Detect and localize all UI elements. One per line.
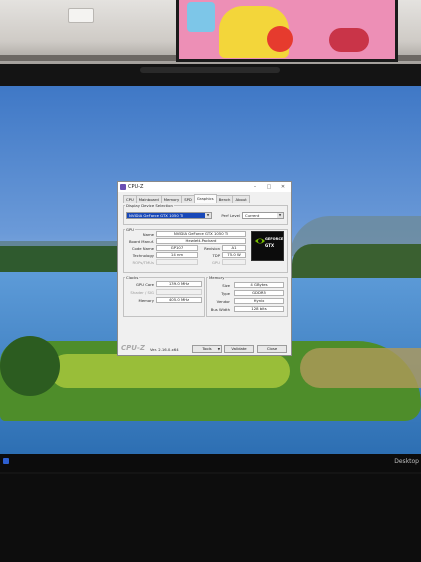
desktop-label: Desktop [394, 458, 419, 465]
tab-bar: CPU Mainboard Memory SPD Graphics Bench … [123, 194, 250, 203]
tools-label: Tools [202, 346, 212, 351]
shaders-label: GPU [211, 260, 220, 265]
validate-button[interactable]: Validate [224, 345, 254, 353]
logo-geforce-text: GEFORCE [265, 237, 284, 241]
rops-tmus-value [156, 259, 198, 265]
tools-button[interactable]: Tools ▼ [192, 345, 222, 353]
revision-value: A1 [222, 245, 246, 251]
chevron-down-icon: ▼ [277, 213, 283, 218]
clocks-section-label: Clocks [125, 275, 140, 280]
taskbar: Desktop [0, 454, 421, 472]
board-manuf-label: Board Manuf. [128, 239, 154, 244]
perf-level-value: Current [245, 213, 260, 218]
wallpaper-trees [0, 246, 120, 272]
toy-shape [187, 2, 215, 32]
tab-mainboard[interactable]: Mainboard [135, 195, 162, 203]
cpuz-brand-logo: CPU-Z [121, 344, 145, 352]
bus-width-label: Bus Width [210, 307, 230, 312]
board-manuf-value: Hewlett-Packard [156, 238, 246, 244]
toy-shape [267, 26, 293, 52]
start-icon[interactable] [3, 458, 9, 464]
clock-memory-label: Memory [138, 298, 154, 303]
tdp-label: TDP [212, 253, 220, 258]
toy-shape [329, 28, 369, 52]
background-tv [176, 0, 398, 62]
memory-type-label: Type [221, 291, 230, 296]
wallpaper-island [300, 348, 421, 388]
perf-level-select[interactable]: Current ▼ [242, 212, 284, 219]
perf-level-label: Perf Level [221, 213, 240, 218]
shader-value [156, 289, 202, 295]
wallpaper-island [50, 354, 290, 388]
logo-gtx-text: GTX [265, 243, 275, 248]
window-title: CPU-Z [128, 184, 144, 190]
tab-spd[interactable]: SPD [181, 195, 195, 203]
version-text: Ver. 2.16.0.x64 [150, 347, 179, 352]
tab-graphics[interactable]: Graphics [193, 194, 217, 203]
memory-vendor-value: Hynix [234, 298, 284, 304]
technology-value: 14 nm [156, 252, 198, 258]
title-bar[interactable]: CPU-Z – □ ✕ [118, 182, 291, 192]
maximize-icon[interactable]: □ [262, 182, 276, 192]
bus-width-value: 128 bits [234, 306, 284, 312]
device-select-value: NVIDIA GeForce GTX 1050 Ti [129, 213, 184, 218]
monitor-brand-strip [140, 67, 280, 73]
revision-label: Revision [204, 246, 220, 251]
close-icon[interactable]: ✕ [276, 182, 290, 192]
gpu-name-value: NVIDIA GeForce GTX 1050 Ti [156, 231, 246, 237]
display-device-label: Display Device Selection [125, 203, 174, 208]
cpuz-window: CPU-Z – □ ✕ CPU Mainboard Memory SPD Gra… [117, 181, 292, 356]
memory-size-value: 4 GBytes [234, 282, 284, 288]
technology-label: Technology [132, 253, 154, 258]
geforce-gtx-logo: GEFORCE GTX [251, 231, 284, 261]
code-name-label: Code Name [131, 246, 154, 251]
tab-cpu[interactable]: CPU [123, 195, 137, 203]
device-select[interactable]: NVIDIA GeForce GTX 1050 Ti ▼ [126, 212, 212, 219]
close-button[interactable]: Close [257, 345, 287, 353]
tab-bench[interactable]: Bench [215, 195, 234, 203]
clock-memory-value: 405.0 MHz [156, 297, 202, 303]
shaders-value [222, 259, 246, 265]
rops-tmus-label: ROPs/TMUs [132, 260, 154, 265]
nvidia-eye-icon [255, 238, 265, 244]
chevron-down-icon: ▼ [205, 213, 211, 218]
wall-outlet [68, 8, 94, 23]
memory-vendor-label: Vendor [216, 299, 230, 304]
gpu-name-label: Name [142, 232, 154, 237]
memory-size-label: Size [222, 283, 230, 288]
code-name-value: GP107 [156, 245, 198, 251]
tab-memory[interactable]: Memory [160, 195, 183, 203]
gpu-core-label: GPU Core [135, 282, 154, 287]
wallpaper-trees [292, 244, 421, 278]
shader-label: Shader / SIG [130, 290, 154, 295]
cpuz-app-icon [120, 184, 126, 190]
gpu-core-value: 139.0 MHz [156, 281, 202, 287]
memory-type-value: GDDR5 [234, 290, 284, 296]
tdp-value: 75.0 W [222, 252, 246, 258]
wallpaper-island [0, 336, 60, 396]
memory-section-label: Memory [208, 275, 226, 280]
chevron-down-icon: ▼ [217, 347, 220, 351]
monitor-stand-area [0, 474, 421, 562]
tab-about[interactable]: About [232, 195, 250, 203]
minimize-icon[interactable]: – [248, 182, 262, 192]
